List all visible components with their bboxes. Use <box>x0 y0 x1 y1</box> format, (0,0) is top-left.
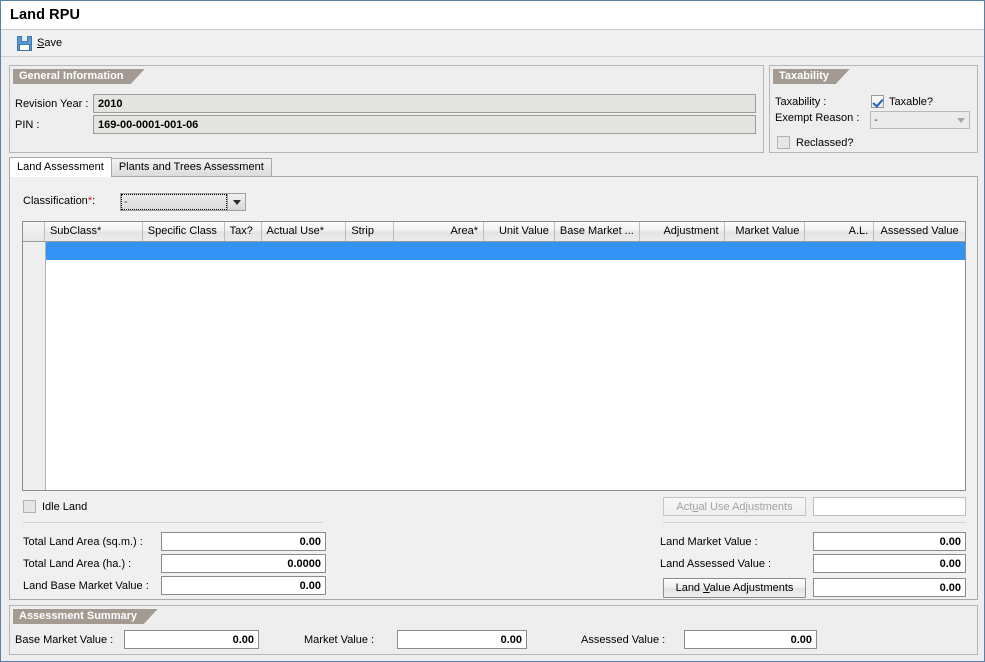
grid-col-strip[interactable]: Strip <box>346 222 395 241</box>
general-information-caption-tab: General Information <box>13 69 145 84</box>
land-value-adjustments-button[interactable]: Land Value Adjustments <box>663 578 806 598</box>
revision-year-label: Revision Year : <box>15 97 89 110</box>
summary-market-value-label: Market Value : <box>304 633 375 646</box>
summary-assessed-value-label: Assessed Value : <box>581 633 666 646</box>
grid-col-tax[interactable]: Tax? <box>224 222 262 241</box>
idle-land-checkbox[interactable] <box>23 500 36 513</box>
grid-col-adjustment[interactable]: Adjustment <box>639 222 725 241</box>
land-rpu-window: Land RPU Save General Information Revisi… <box>0 0 985 662</box>
grid-selected-row[interactable] <box>46 242 965 260</box>
grid-corner-cell[interactable] <box>23 222 45 241</box>
reclassed-checkbox-row[interactable]: Reclassed? <box>777 136 853 149</box>
grid-col-area[interactable]: Area* <box>394 222 485 241</box>
window-titlebar: Land RPU <box>1 1 984 30</box>
exempt-reason-dropdown[interactable]: - <box>870 111 970 129</box>
grid-col-specific-class[interactable]: Specific Class <box>142 222 225 241</box>
actual-use-adjustments-button[interactable]: Actual Use Adjustments <box>663 497 806 516</box>
tab-plants-and-trees-assessment[interactable]: Plants and Trees Assessment <box>110 158 272 177</box>
summary-market-value-field[interactable]: 0.00 <box>397 630 527 649</box>
toolbar: Save <box>1 30 984 57</box>
pin-label: PIN : <box>15 118 40 131</box>
idle-land-checkbox-row[interactable]: Idle Land <box>23 500 87 513</box>
summary-base-market-value-row: Base Market Value : 0.00 <box>15 630 259 649</box>
land-market-value-field[interactable]: 0.00 <box>813 532 966 551</box>
total-land-area-sqm-field[interactable]: 0.00 <box>161 532 326 551</box>
land-assessment-grid[interactable]: SubClass* Specific Class Tax? Actual Use… <box>22 221 966 491</box>
summary-base-market-value-field[interactable]: 0.00 <box>124 630 259 649</box>
taxable-checkbox[interactable] <box>871 95 884 108</box>
land-assessed-value-field[interactable]: 0.00 <box>813 554 966 573</box>
revision-year-field: 2010 <box>93 94 756 113</box>
land-value-adjustments-field[interactable]: 0.00 <box>813 578 966 597</box>
pin-field: 169-00-0001-001-06 <box>93 115 756 134</box>
taxability-caption: Taxability <box>773 69 836 84</box>
floppy-disk-icon <box>17 35 32 51</box>
left-totals-divider <box>23 522 323 523</box>
save-button-label: Save <box>37 37 63 49</box>
classification-label: Classification*: <box>23 195 95 207</box>
grid-col-market-value[interactable]: Market Value <box>724 222 806 241</box>
chevron-down-icon[interactable] <box>952 112 969 128</box>
grid-col-assessed-value[interactable]: Assessed Value <box>874 222 965 241</box>
classification-dropdown[interactable]: - <box>120 193 246 211</box>
grid-col-base-market-value[interactable]: Base Market ... <box>554 222 640 241</box>
land-base-market-value-field[interactable]: 0.00 <box>161 576 326 595</box>
land-base-market-value-label: Land Base Market Value : <box>23 579 149 592</box>
grid-row-gutter[interactable] <box>23 242 46 490</box>
general-information-caption: General Information <box>13 69 131 84</box>
reclassed-checkbox[interactable] <box>777 136 790 149</box>
land-base-market-value-row: Land Base Market Value : 0.00 <box>23 576 326 595</box>
summary-base-market-value-label: Base Market Value : <box>15 633 114 646</box>
exempt-reason-row: Exempt Reason : <box>775 112 871 124</box>
taxability-caption-tab: Taxability <box>773 69 850 84</box>
caption-slant <box>130 69 145 84</box>
assessment-tabstrip: Land Assessment Plants and Trees Assessm… <box>9 157 272 177</box>
summary-market-value-row: Market Value : 0.00 <box>304 630 527 649</box>
total-land-area-ha-label: Total Land Area (ha.) : <box>23 557 132 570</box>
grid-header-row: SubClass* Specific Class Tax? Actual Use… <box>23 222 965 242</box>
land-assessed-value-label: Land Assessed Value : <box>660 557 772 570</box>
classification-label-colon: : <box>92 195 96 207</box>
grid-body[interactable] <box>23 242 965 490</box>
reclassed-checkbox-label[interactable]: Reclassed? <box>796 137 853 149</box>
land-value-adjustments-button-label: Land Value Adjustments <box>675 582 794 594</box>
assessment-summary-caption: Assessment Summary <box>13 609 145 624</box>
grid-col-actual-use[interactable]: Actual Use* <box>261 222 347 241</box>
total-land-area-ha-row: Total Land Area (ha.) : 0.0000 <box>23 554 326 573</box>
taxable-checkbox-label[interactable]: Taxable? <box>889 96 933 108</box>
land-market-value-label: Land Market Value : <box>660 535 758 548</box>
classification-value: - <box>121 194 227 210</box>
classification-row: Classification*: <box>23 195 95 207</box>
land-market-value-row: Land Market Value : 0.00 <box>660 532 966 551</box>
taxability-row: Taxability : Taxable? <box>775 95 933 108</box>
taxability-label: Taxability : <box>775 95 827 108</box>
caption-slant <box>144 609 159 624</box>
assessment-summary-caption-tab: Assessment Summary <box>13 609 159 624</box>
summary-assessed-value-row: Assessed Value : 0.00 <box>581 630 817 649</box>
exempt-reason-value: - <box>871 112 952 128</box>
total-land-area-sqm-label: Total Land Area (sq.m.) : <box>23 535 143 548</box>
right-totals-divider <box>663 522 966 523</box>
chevron-down-icon[interactable] <box>227 194 245 210</box>
grid-col-al[interactable]: A.L. <box>805 222 875 241</box>
summary-assessed-value-field[interactable]: 0.00 <box>684 630 817 649</box>
total-land-area-sqm-row: Total Land Area (sq.m.) : 0.00 <box>23 532 326 551</box>
grid-col-subclass[interactable]: SubClass* <box>44 222 143 241</box>
save-button[interactable]: Save <box>13 35 66 52</box>
classification-label-text: Classification <box>23 195 88 207</box>
tab-land-assessment[interactable]: Land Assessment <box>9 157 112 177</box>
pin-row: PIN : 169-00-0001-001-06 <box>15 115 760 134</box>
caption-slant <box>835 69 850 84</box>
grid-col-unit-value[interactable]: Unit Value <box>484 222 555 241</box>
actual-use-adjustments-button-label: Actual Use Adjustments <box>676 501 793 513</box>
page-title: Land RPU <box>10 7 81 23</box>
idle-land-checkbox-label[interactable]: Idle Land <box>42 501 87 513</box>
total-land-area-ha-field[interactable]: 0.0000 <box>161 554 326 573</box>
land-assessed-value-row: Land Assessed Value : 0.00 <box>660 554 966 573</box>
actual-use-adjustments-field[interactable] <box>813 497 966 516</box>
exempt-reason-label: Exempt Reason : <box>775 112 860 124</box>
revision-year-row: Revision Year : 2010 <box>15 94 760 113</box>
